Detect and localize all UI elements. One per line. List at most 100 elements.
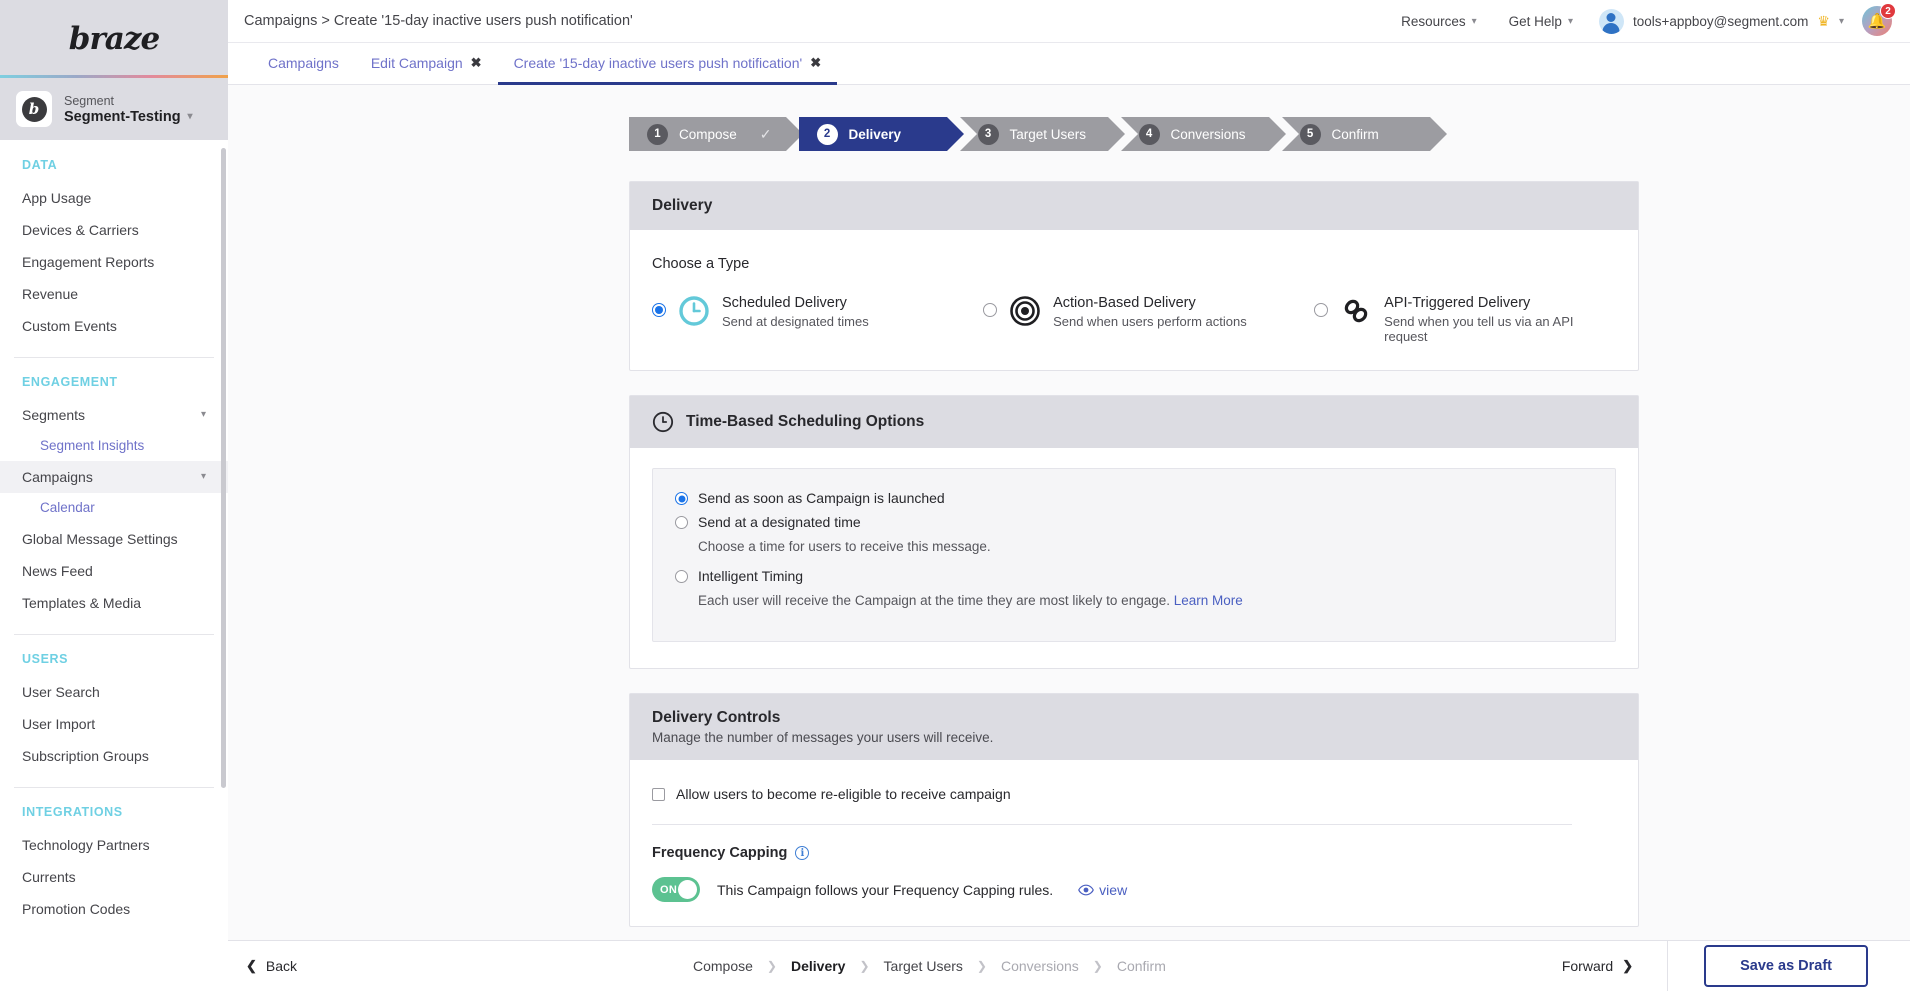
back-button[interactable]: ❮ Back (246, 958, 297, 974)
logo-area[interactable]: braze (0, 0, 228, 78)
close-icon[interactable]: ✖ (810, 55, 821, 71)
sidebar-item-segments[interactable]: Segments ▾ (0, 399, 228, 431)
eye-icon (1078, 884, 1095, 896)
learn-more-link[interactable]: Learn More (1174, 593, 1243, 608)
scheduling-option-intelligent[interactable]: Intelligent Timing (675, 567, 1593, 586)
brand-gradient-divider (0, 75, 228, 78)
step-delivery[interactable]: 2 Delivery (798, 117, 977, 151)
workspace-switcher[interactable]: b Segment Segment-Testing ▾ (0, 78, 228, 140)
frequency-capping-row: ON This Campaign follows your Frequency … (652, 877, 1616, 902)
sidebar-item-engagement-reports[interactable]: Engagement Reports (0, 246, 228, 278)
step-confirm[interactable]: 5 Confirm (1281, 117, 1460, 151)
footer-step-target-users[interactable]: Target Users (884, 958, 963, 974)
check-icon: ✓ (759, 125, 772, 142)
sidebar-item-currents[interactable]: Currents (0, 861, 228, 893)
save-as-draft-button[interactable]: Save as Draft (1704, 945, 1868, 987)
step-number: 2 (816, 123, 838, 145)
footer-step-compose[interactable]: Compose (693, 958, 753, 974)
scheduling-option-designated-desc: Choose a time for users to receive this … (698, 539, 991, 554)
footer-step-confirm[interactable]: Confirm (1117, 958, 1166, 974)
sidebar-item-promotion-codes[interactable]: Promotion Codes (0, 893, 228, 925)
sidebar-item-user-search[interactable]: User Search (0, 676, 228, 708)
workspace-name-row: Segment-Testing ▾ (64, 109, 193, 125)
delivery-controls-header-text: Delivery Controls Manage the number of m… (652, 709, 993, 745)
delivery-controls-body: Allow users to become re-eligible to rec… (630, 760, 1638, 926)
step-label: Conversions (1170, 126, 1246, 142)
sidebar-item-campaigns[interactable]: Campaigns ▾ (0, 461, 228, 493)
frequency-capping-title: Frequency Capping (652, 845, 788, 861)
main-area: Campaigns > Create '15-day inactive user… (228, 0, 1910, 991)
radio-send-designated-time[interactable] (675, 516, 688, 529)
radio-api-triggered-delivery[interactable] (1314, 303, 1329, 317)
tab-edit-campaign[interactable]: Edit Campaign ✖ (355, 44, 498, 85)
sidebar-item-label: Subscription Groups (22, 748, 149, 764)
footer-step-conversions[interactable]: Conversions (1001, 958, 1079, 974)
sidebar-item-label: Segments (22, 407, 86, 423)
scheduling-card-title: Time-Based Scheduling Options (686, 413, 925, 430)
chevron-down-icon: ▾ (200, 471, 206, 482)
delivery-type-api-triggered[interactable]: API-Triggered Delivery Send when you tel… (1314, 292, 1616, 344)
close-icon[interactable]: ✖ (471, 55, 482, 71)
resources-menu[interactable]: Resources ▾ (1389, 14, 1489, 29)
delivery-type-action-based[interactable]: Action-Based Delivery Send when users pe… (983, 292, 1314, 329)
scheduling-option-label: Send as soon as Campaign is launched (698, 490, 945, 506)
scheduling-card: Time-Based Scheduling Options Send as so… (629, 395, 1639, 669)
sidebar-scrollbar[interactable] (221, 148, 226, 788)
info-icon[interactable]: i (795, 846, 810, 860)
workspace-avatar-letter: b (21, 96, 47, 122)
tab-label: Edit Campaign (370, 55, 463, 71)
sidebar-item-templates-media[interactable]: Templates & Media (0, 587, 228, 619)
radio-intelligent-timing[interactable] (675, 570, 688, 583)
sidebar-item-technology-partners[interactable]: Technology Partners (0, 829, 228, 861)
delivery-type-api-text: API-Triggered Delivery Send when you tel… (1384, 292, 1616, 344)
delivery-card: Delivery Choose a Type Scheduled Deliver… (629, 181, 1639, 371)
sidebar-item-label: News Feed (22, 563, 93, 579)
sidebar-section-users: USERS (22, 652, 69, 666)
scheduling-option-label: Send at a designated time (698, 514, 861, 530)
view-rules-link[interactable]: view (1078, 882, 1127, 898)
tab-create-campaign[interactable]: Create '15-day inactive users push notif… (497, 44, 838, 85)
step-label: Delivery (848, 126, 902, 142)
sidebar-section-data: DATA (22, 158, 58, 172)
sidebar-item-label: User Search (22, 684, 100, 700)
step-target-users[interactable]: 3 Target Users (959, 117, 1138, 151)
step-compose[interactable]: 1 Compose ✓ (629, 117, 815, 151)
sidebar-item-revenue[interactable]: Revenue (0, 278, 228, 310)
forward-button[interactable]: Forward ❯ (1562, 958, 1633, 974)
scheduling-option-launch[interactable]: Send as soon as Campaign is launched (675, 489, 1593, 508)
radio-scheduled-delivery[interactable] (652, 303, 666, 317)
radio-send-on-launch[interactable] (675, 492, 688, 505)
tab-campaigns[interactable]: Campaigns (252, 44, 355, 85)
step-conversions[interactable]: 4 Conversions (1120, 117, 1299, 151)
clock-outline-icon (652, 411, 674, 433)
delivery-controls-subtitle: Manage the number of messages your users… (652, 730, 994, 745)
sidebar-item-user-import[interactable]: User Import (0, 708, 228, 740)
sidebar-item-subscription-groups[interactable]: Subscription Groups (0, 740, 228, 772)
sidebar-item-news-feed[interactable]: News Feed (0, 555, 228, 587)
frequency-capping-toggle[interactable]: ON (652, 877, 700, 902)
footer-step-delivery[interactable]: Delivery (791, 958, 845, 974)
sidebar-divider (14, 634, 214, 635)
sidebar-item-label: App Usage (22, 190, 92, 206)
get-help-menu[interactable]: Get Help ▾ (1497, 14, 1585, 29)
delivery-type-scheduled[interactable]: Scheduled Delivery Send at designated ti… (652, 292, 983, 329)
delivery-card-header: Delivery (630, 182, 1638, 230)
sidebar-item-global-message-settings[interactable]: Global Message Settings (0, 523, 228, 555)
sidebar-item-custom-events[interactable]: Custom Events (0, 310, 228, 342)
sidebar-item-app-usage[interactable]: App Usage (0, 182, 228, 214)
choose-a-type-label: Choose a Type (652, 256, 750, 272)
sidebar-item-calendar[interactable]: Calendar (0, 493, 228, 523)
user-menu[interactable]: tools+appboy@segment.com ♛ ▾ (1593, 8, 1844, 34)
chevron-right-icon: ❯ (1092, 959, 1103, 973)
view-label: view (1099, 881, 1128, 898)
notifications-button[interactable]: 🔔 2 (1862, 3, 1896, 36)
sidebar-item-devices-carriers[interactable]: Devices & Carriers (0, 214, 228, 246)
reeligible-row[interactable]: Allow users to become re-eligible to rec… (652, 786, 1616, 824)
radio-action-based-delivery[interactable] (983, 303, 998, 317)
get-help-label: Get Help (1508, 13, 1562, 29)
sidebar-item-segment-insights[interactable]: Segment Insights (0, 431, 228, 461)
checkbox-reeligible[interactable] (652, 787, 665, 801)
wizard-stepper: 1 Compose ✓ 2 Delivery 3 Target Users 4 (629, 117, 1749, 151)
workspace-label: Segment (64, 93, 115, 108)
scheduling-option-designated[interactable]: Send at a designated time (675, 513, 1593, 532)
